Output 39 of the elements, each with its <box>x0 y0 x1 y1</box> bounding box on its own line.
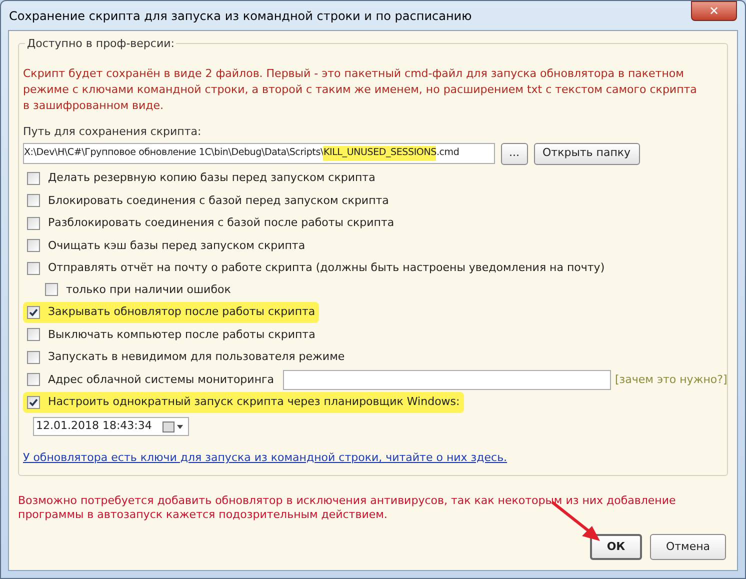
checkbox[interactable] <box>27 328 40 342</box>
option-label: Очищать кэш базы перед запуском скрипта <box>48 238 306 254</box>
help-link[interactable]: У обновлятора есть ключи для запуска из командной строки, читайте о них здесь. <box>23 451 508 464</box>
option-label: только при наличии ошибок <box>66 282 231 298</box>
group-title: Доступно в проф-версии: <box>25 36 176 52</box>
checkmark-icon <box>29 398 38 407</box>
datetime-picker[interactable]: 12.01.2018 18:43:34 <box>33 417 189 436</box>
checkbox[interactable] <box>27 239 40 252</box>
option-label: Блокировать соединения с базой перед запуском скрипта <box>48 192 389 208</box>
checkbox[interactable] <box>27 172 40 185</box>
option-label: Отправлять отчёт на почту о работе скрипта (должны быть настроены уведомления на почту) <box>48 260 605 276</box>
path-text: X:\Dev\H\C#\Групповое обновление 1С\bin\Debug\Data\Scripts\ <box>24 146 324 160</box>
checkmark-icon <box>29 308 38 317</box>
path-label: Путь для сохранения скрипта: <box>23 124 202 140</box>
checkbox[interactable] <box>27 306 40 319</box>
open-folder-button[interactable]: Открыть папку <box>534 142 640 164</box>
checkbox[interactable] <box>27 262 40 275</box>
dialog-button[interactable]: ОК <box>590 534 642 560</box>
monitoring-address-field[interactable] <box>283 370 611 390</box>
checkbox[interactable] <box>27 350 40 364</box>
option-label: Адрес облачной системы мониторинга <box>48 372 274 388</box>
checkbox[interactable] <box>27 194 40 208</box>
dialog-button[interactable]: Отмена <box>650 534 726 560</box>
option-label: Настроить однократный запуск скрипта через планировщик Windows: <box>48 394 460 410</box>
window-title: Сохранение скрипта для запуска из командной строки и по расписанию <box>9 8 472 24</box>
checkbox[interactable] <box>27 396 40 409</box>
checkbox[interactable] <box>27 373 40 386</box>
calendar-dropdown-icon[interactable] <box>162 420 186 432</box>
notice-text: Скрипт будет сохранён в виде 2 файлов. Первый - это пакетный cmd-файл для запуска обновлятора в пакетном режиме с ключами командной строки, а второй с таким же именем, но расширением txt с текстом самого скрипта в зашифрованном виде. <box>23 66 698 114</box>
option-label: Закрывать обновлятор после работы скрипта <box>48 304 316 320</box>
option-label: Делать резервную копию базы перед запуском скрипта <box>48 170 376 186</box>
path-text: .cmd <box>436 146 460 160</box>
option-label: Разблокировать соединения с базой после работы скрипта <box>48 215 394 231</box>
option-label: Запускать в невидимом для пользователя режиме <box>48 349 345 365</box>
option-label: Выключать компьютер после работы скрипта <box>48 326 316 342</box>
warning-text: Возможно потребуется добавить обновлятор в исключения антивирусов, так как некоторым из них добавление программы в автозапуск кажется подозрительным действием. <box>18 494 677 522</box>
checkbox[interactable] <box>27 216 40 230</box>
browse-button[interactable]: ... <box>501 142 528 164</box>
checkbox[interactable] <box>45 283 58 296</box>
